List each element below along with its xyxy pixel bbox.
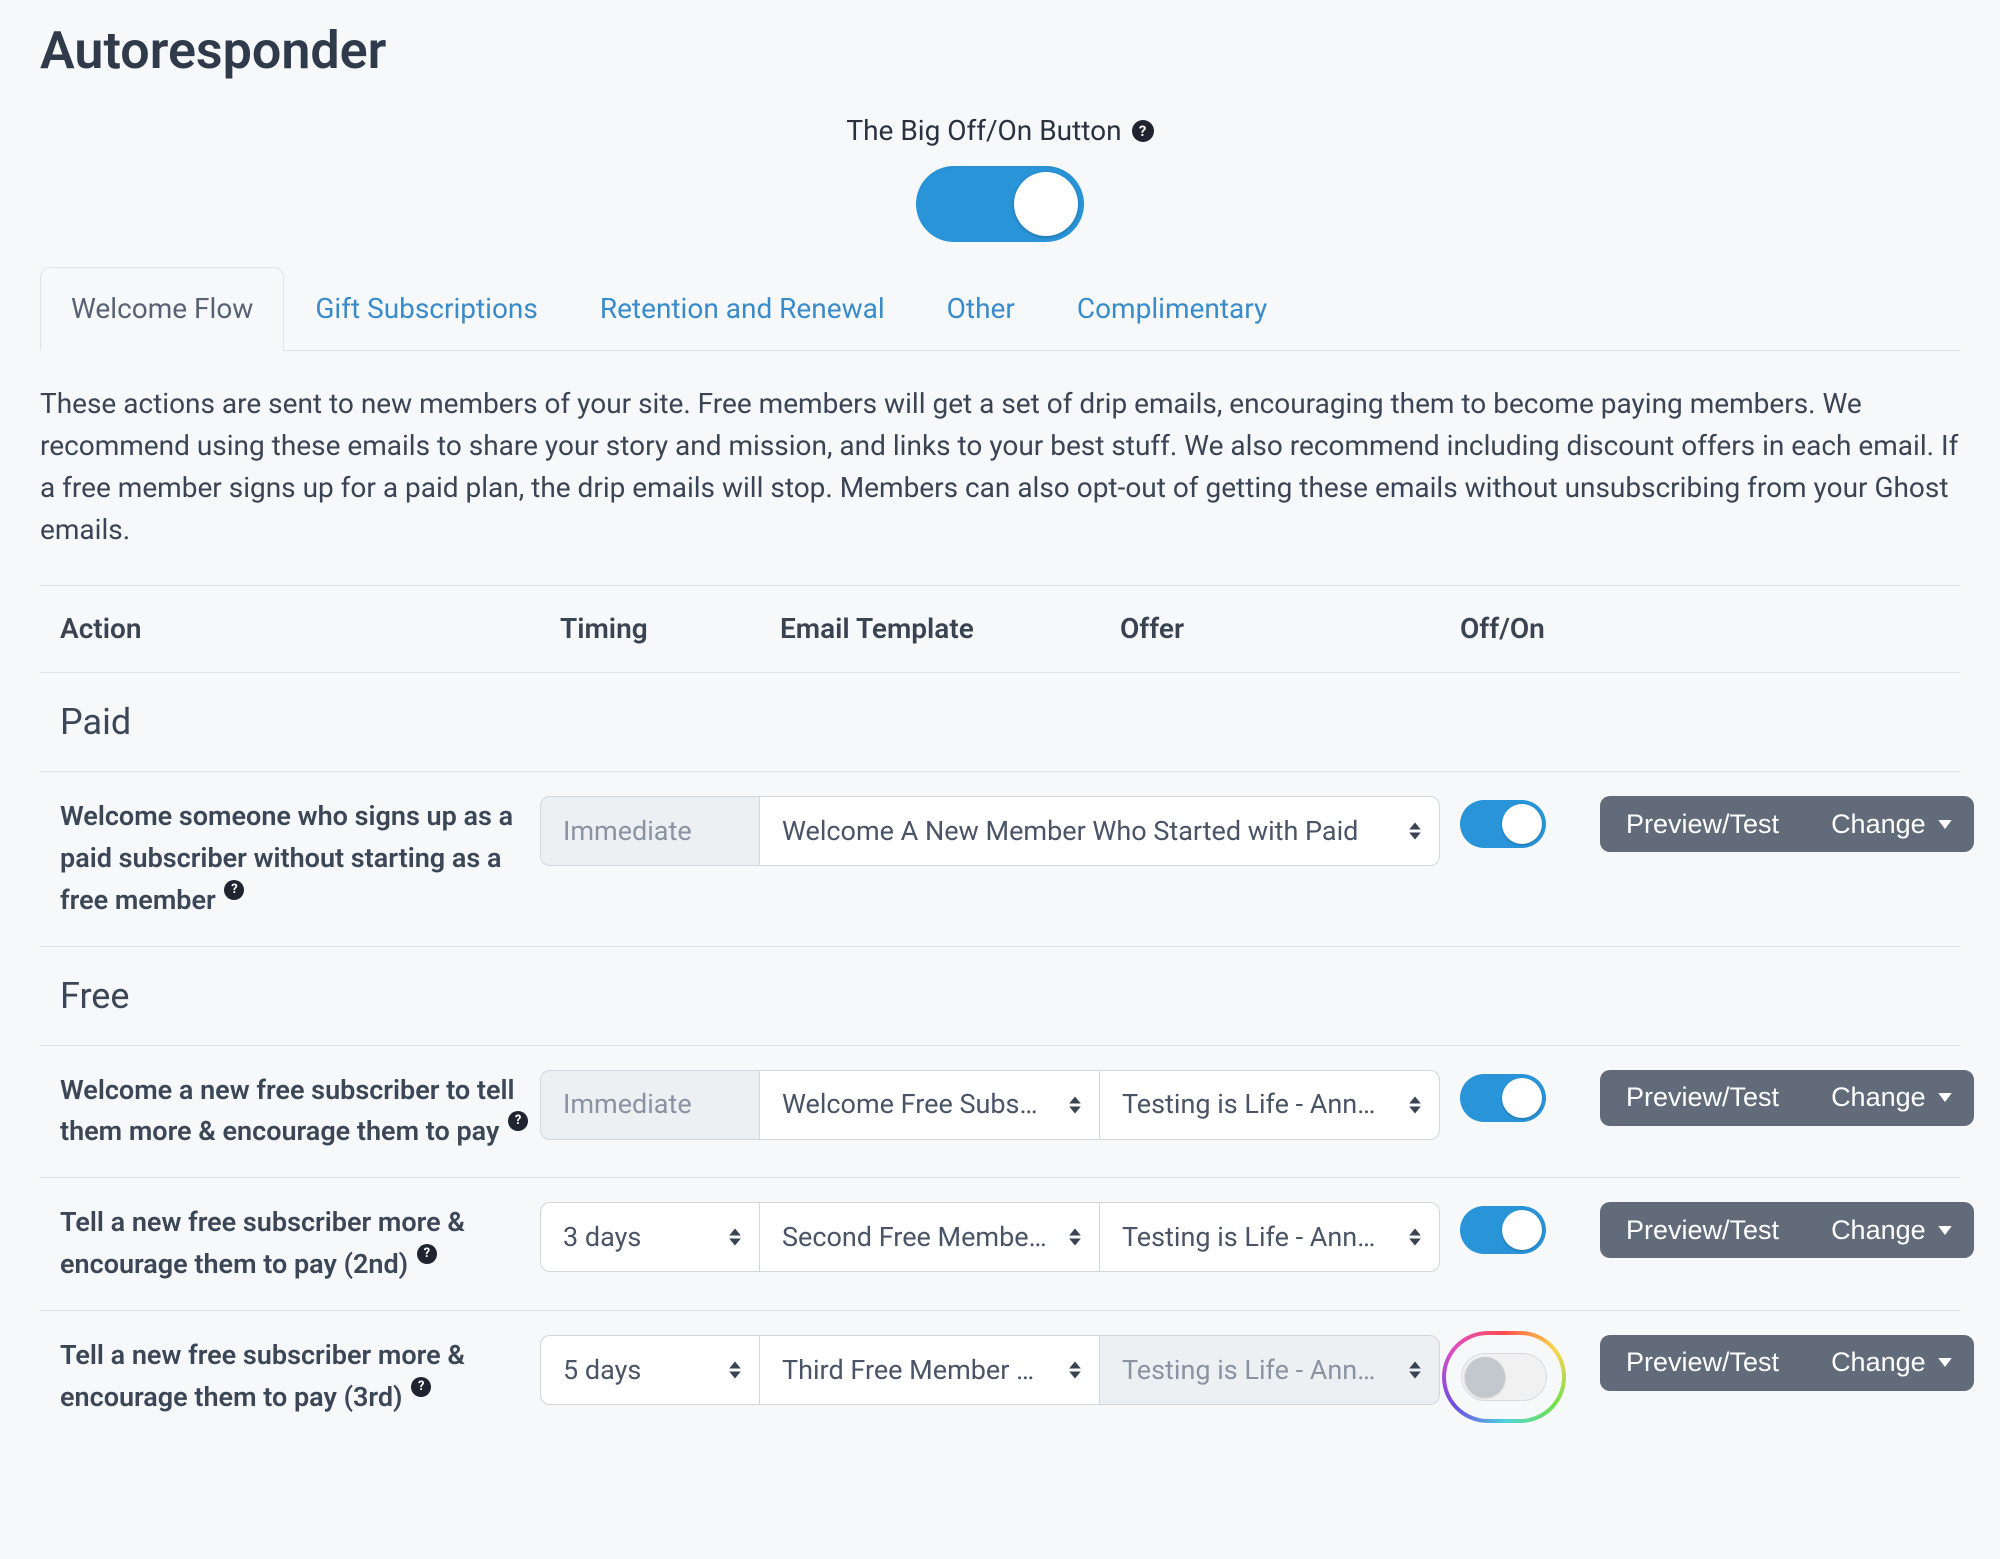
row-toggle[interactable] bbox=[1460, 1206, 1546, 1254]
row-buttons: Preview/TestChange bbox=[1580, 1335, 1950, 1391]
toggle-knob bbox=[1502, 1210, 1542, 1250]
table-row: Welcome someone who signs up as a paid s… bbox=[40, 772, 1960, 947]
chevron-down-icon bbox=[1938, 1358, 1952, 1367]
offer-select: Testing is Life - Annual bbox=[1100, 1335, 1440, 1405]
row-toggle[interactable] bbox=[1461, 1353, 1547, 1401]
preview-button[interactable]: Preview/Test bbox=[1600, 1202, 1805, 1258]
section-paid: Paid bbox=[40, 673, 1960, 772]
th-timing: Timing bbox=[540, 608, 760, 650]
sort-caret-icon bbox=[1409, 1096, 1421, 1113]
help-icon[interactable]: ? bbox=[417, 1244, 437, 1264]
chevron-down-icon bbox=[1938, 1093, 1952, 1102]
action-label: Tell a new free subscriber more & encour… bbox=[40, 1202, 540, 1286]
template-select[interactable]: Third Free Member Email bbox=[760, 1335, 1100, 1405]
row-toggle-cell bbox=[1440, 796, 1580, 848]
toggle-knob bbox=[1502, 804, 1542, 844]
help-icon[interactable]: ? bbox=[508, 1111, 528, 1131]
preview-button[interactable]: Preview/Test bbox=[1600, 1335, 1805, 1391]
chevron-down-icon bbox=[1938, 820, 1952, 829]
highlight-ring bbox=[1442, 1331, 1566, 1423]
help-icon[interactable]: ? bbox=[224, 880, 244, 900]
timing-select[interactable]: 3 days bbox=[540, 1202, 760, 1272]
offer-select[interactable]: Testing is Life - Annual bbox=[1100, 1070, 1440, 1140]
row-buttons: Preview/TestChange bbox=[1580, 1202, 1950, 1258]
action-label: Tell a new free subscriber more & encour… bbox=[40, 1335, 540, 1419]
row-buttons: Preview/TestChange bbox=[1580, 1070, 1950, 1126]
row-toggle-cell bbox=[1440, 1335, 1580, 1423]
offer-select[interactable]: Testing is Life - Annual bbox=[1100, 1202, 1440, 1272]
table-row: Welcome a new free subscriber to tell th… bbox=[40, 1046, 1960, 1179]
master-toggle-knob bbox=[1014, 172, 1078, 236]
row-toggle[interactable] bbox=[1460, 800, 1546, 848]
sort-caret-icon bbox=[1409, 823, 1421, 840]
chevron-down-icon bbox=[1938, 1226, 1952, 1235]
help-icon[interactable]: ? bbox=[411, 1377, 431, 1397]
tab-retention-and-renewal[interactable]: Retention and Renewal bbox=[569, 267, 916, 351]
change-button[interactable]: Change bbox=[1805, 1070, 1974, 1126]
toggle-knob bbox=[1502, 1078, 1542, 1118]
sort-caret-icon bbox=[1069, 1229, 1081, 1246]
page-title: Autoresponder bbox=[40, 12, 1960, 90]
table-row: Tell a new free subscriber more & encour… bbox=[40, 1311, 1960, 1447]
tab-gift-subscriptions[interactable]: Gift Subscriptions bbox=[284, 267, 568, 351]
timing-select: Immediate bbox=[540, 1070, 760, 1140]
timing-select[interactable]: 5 days bbox=[540, 1335, 760, 1405]
sort-caret-icon bbox=[729, 1229, 741, 1246]
sort-caret-icon bbox=[1409, 1229, 1421, 1246]
timing-select: Immediate bbox=[540, 796, 760, 866]
controls: ImmediateWelcome A New Member Who Starte… bbox=[540, 796, 1440, 866]
template-select[interactable]: Welcome Free Subscriber bbox=[760, 1070, 1100, 1140]
toggle-knob bbox=[1465, 1357, 1505, 1397]
change-button[interactable]: Change bbox=[1805, 1202, 1974, 1258]
tab-complimentary[interactable]: Complimentary bbox=[1046, 267, 1298, 351]
change-button[interactable]: Change bbox=[1805, 1335, 1974, 1391]
controls: 5 daysThird Free Member EmailTesting is … bbox=[540, 1335, 1440, 1405]
th-action: Action bbox=[40, 608, 540, 650]
row-buttons: Preview/TestChange bbox=[1580, 796, 1950, 852]
template-select[interactable]: Second Free Member Email bbox=[760, 1202, 1100, 1272]
preview-button[interactable]: Preview/Test bbox=[1600, 796, 1805, 852]
row-toggle-cell bbox=[1440, 1070, 1580, 1122]
intro-text: These actions are sent to new members of… bbox=[40, 383, 1960, 551]
sort-caret-icon bbox=[1069, 1096, 1081, 1113]
master-toggle[interactable] bbox=[916, 166, 1084, 242]
th-offer: Offer bbox=[1100, 608, 1440, 650]
sort-caret-icon bbox=[1069, 1361, 1081, 1378]
th-template: Email Template bbox=[760, 608, 1100, 650]
row-toggle-cell bbox=[1440, 1202, 1580, 1254]
tabs: Welcome FlowGift SubscriptionsRetention … bbox=[40, 266, 1960, 351]
th-offon: Off/On bbox=[1440, 608, 1580, 650]
actions-table: Action Timing Email Template Offer Off/O… bbox=[40, 585, 1960, 1447]
sort-caret-icon bbox=[1409, 1361, 1421, 1378]
big-switch-label: The Big Off/On Button ? bbox=[846, 110, 1153, 152]
action-label: Welcome a new free subscriber to tell th… bbox=[40, 1070, 540, 1154]
preview-button[interactable]: Preview/Test bbox=[1600, 1070, 1805, 1126]
help-icon[interactable]: ? bbox=[1132, 120, 1154, 142]
controls: 3 daysSecond Free Member EmailTesting is… bbox=[540, 1202, 1440, 1272]
controls: ImmediateWelcome Free SubscriberTesting … bbox=[540, 1070, 1440, 1140]
big-switch-text: The Big Off/On Button bbox=[846, 110, 1121, 152]
row-toggle[interactable] bbox=[1460, 1074, 1546, 1122]
tab-other[interactable]: Other bbox=[916, 267, 1046, 351]
table-header: Action Timing Email Template Offer Off/O… bbox=[40, 586, 1960, 673]
change-button[interactable]: Change bbox=[1805, 796, 1974, 852]
section-free: Free bbox=[40, 947, 1960, 1046]
tab-welcome-flow[interactable]: Welcome Flow bbox=[40, 267, 284, 351]
action-label: Welcome someone who signs up as a paid s… bbox=[40, 796, 540, 922]
template-select[interactable]: Welcome A New Member Who Started with Pa… bbox=[760, 796, 1440, 866]
table-row: Tell a new free subscriber more & encour… bbox=[40, 1178, 1960, 1311]
sort-caret-icon bbox=[729, 1361, 741, 1378]
